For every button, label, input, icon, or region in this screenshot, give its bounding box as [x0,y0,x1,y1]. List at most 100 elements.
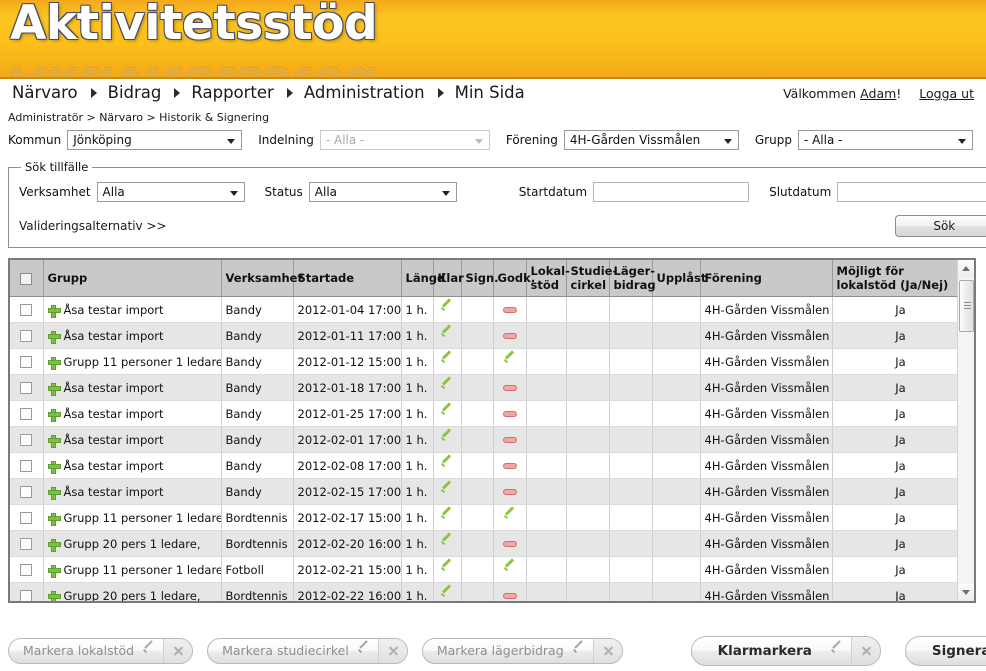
expand-plus-icon[interactable] [47,382,61,396]
confirm-check-icon[interactable] [830,645,844,657]
status-check-icon [440,538,454,550]
table-row[interactable]: Åsa testar import Bandy 2012-01-25 17:00 1 … [10,400,957,427]
table-vertical-scrollbar[interactable] [957,260,974,601]
clear-cross-icon[interactable] [593,638,622,663]
cell-upplast [652,322,701,349]
user-name-link[interactable]: Adam [860,86,896,101]
confirm-check-icon[interactable] [357,645,371,657]
row-checkbox[interactable] [20,408,33,420]
header-verksamhet[interactable]: Verksamhet [221,260,303,297]
header-studiecirkel-line1: Studie- [570,264,618,278]
row-checkbox[interactable] [20,382,33,394]
scrollbar-thumb[interactable] [959,280,974,332]
select-all-checkbox[interactable] [20,272,33,285]
header-langd[interactable]: Längd [401,260,445,297]
expand-plus-icon[interactable] [47,330,61,344]
expand-plus-icon[interactable] [47,304,61,318]
forening-select[interactable]: 4H-Gården Vissmålen [563,130,739,150]
expand-plus-icon[interactable] [47,486,61,500]
table-row[interactable]: Grupp 20 pers 1 ledare, Bordtennis 2012-02… [10,530,957,557]
table-row[interactable]: Åsa testar import Bandy 2012-02-08 17:00 1 … [10,452,957,479]
expand-plus-icon[interactable] [47,590,61,601]
cell-verksamhet: Fotboll [221,556,294,583]
kommun-select[interactable]: Jönköping [67,130,243,150]
nav-item-min-sida[interactable]: Min Sida [451,83,529,102]
expand-plus-icon[interactable] [47,408,61,422]
header-sign[interactable]: Sign. [461,260,499,297]
table-row[interactable]: Grupp 20 pers 1 ledare, Bordtennis 2012-02… [10,582,957,601]
row-checkbox[interactable] [20,512,33,524]
row-checkbox[interactable] [20,304,33,316]
expand-plus-icon[interactable] [47,356,61,370]
header-lagerbidrag[interactable]: Läger- bidrag [609,260,656,297]
cell-sign [461,374,494,401]
row-checkbox[interactable] [20,330,33,342]
valideringsalternativ-link[interactable]: Valideringsalternativ >> [19,219,167,233]
logout-link[interactable]: Logga ut [919,86,974,101]
row-checkbox[interactable] [20,434,33,446]
scroll-down-arrow-icon[interactable] [958,584,974,601]
expand-plus-icon[interactable] [47,460,61,474]
expand-plus-icon[interactable] [47,564,61,578]
cell-sign [461,322,494,349]
expand-plus-icon[interactable] [47,538,61,552]
table-row[interactable]: Åsa testar import Bandy 2012-01-11 17:00 1 … [10,322,957,349]
row-checkbox[interactable] [20,460,33,472]
header-mojligt-for-lokalstod[interactable]: Möjligt för lokalstöd (Ja/Nej) [832,260,957,297]
row-select-cell [10,530,44,557]
table-row[interactable]: Grupp 11 personer 1 ledare Fotboll 2012-02… [10,556,957,583]
cell-startade: 2012-02-01 17:00 [293,426,402,453]
header-startade[interactable]: Startade [293,260,402,297]
header-godk[interactable]: Godk. [493,260,535,297]
slutdatum-input[interactable] [837,182,986,202]
action-button-markera-l-gerbidrag[interactable]: Markera lägerbidrag [421,637,623,664]
header-lokalstod[interactable]: Lokal- stöd [526,260,570,297]
row-checkbox[interactable] [20,564,33,576]
header-mojligt-line1: Möjligt för [836,264,904,278]
table-row[interactable]: Åsa testar import Bandy 2012-02-01 17:00 1 … [10,426,957,453]
row-checkbox[interactable] [20,356,33,368]
nav-item-administration[interactable]: Administration [300,83,429,102]
startdatum-input[interactable] [593,182,750,202]
status-select[interactable]: Alla [308,182,457,202]
clear-cross-icon[interactable] [851,636,880,665]
cell-godk [493,504,527,531]
status-minus-icon [502,385,517,391]
header-grupp[interactable]: Grupp [43,260,222,297]
header-forening[interactable]: Förening [700,260,833,297]
row-checkbox[interactable] [20,486,33,498]
action-button-signera[interactable]: Signera [904,635,986,666]
verksamhet-select[interactable]: Alla [96,182,245,202]
action-button-markera-studiecirkel[interactable]: Markera studiecirkel [207,637,408,664]
clear-cross-icon[interactable] [378,638,407,663]
cell-grupp: Grupp 11 personer 1 ledare [43,348,222,375]
confirm-check-icon[interactable] [142,645,156,657]
search-button[interactable]: Sök [895,215,986,237]
cell-langd: 1 h. [401,322,434,349]
table-row[interactable]: Grupp 11 personer 1 ledare Bordtennis 2012… [10,504,957,531]
cell-langd: 1 h. [401,530,434,557]
confirm-check-icon[interactable] [572,645,586,657]
nav-item-rapporter[interactable]: Rapporter [187,83,277,102]
row-select-cell [10,374,44,401]
header-studiecirkel[interactable]: Studie- cirkel [566,260,617,297]
expand-plus-icon[interactable] [47,512,61,526]
header-klar[interactable]: Klar [433,260,464,297]
nav-item-bidrag[interactable]: Bidrag [104,83,166,102]
action-button-markera-lokalst-d[interactable]: Markera lokalstöd [8,637,194,664]
nav-item-narvaro[interactable]: Närvaro [8,83,82,102]
grupp-select[interactable]: - Alla - [797,130,973,150]
clear-cross-icon[interactable] [164,638,193,663]
indelning-select[interactable]: - Alla - [319,130,490,150]
table-row[interactable]: Grupp 11 personer 1 ledare Bandy 2012-01-1… [10,348,957,375]
action-button-klarmarkera[interactable]: Klarmarkera [690,635,881,666]
row-checkbox[interactable] [20,590,33,601]
table-row[interactable]: Åsa testar import Bandy 2012-01-18 17:00 1 … [10,374,957,401]
expand-plus-icon[interactable] [47,434,61,448]
scroll-up-arrow-icon[interactable] [958,260,974,277]
row-checkbox[interactable] [20,538,33,550]
header-upplast[interactable]: Upplåst [652,260,706,297]
table-row[interactable]: Åsa testar import Bandy 2012-02-15 17:00 1 … [10,478,957,505]
status-check-icon [440,460,454,472]
table-row[interactable]: Åsa testar import Bandy 2012-01-04 17:00 1 … [10,296,957,323]
